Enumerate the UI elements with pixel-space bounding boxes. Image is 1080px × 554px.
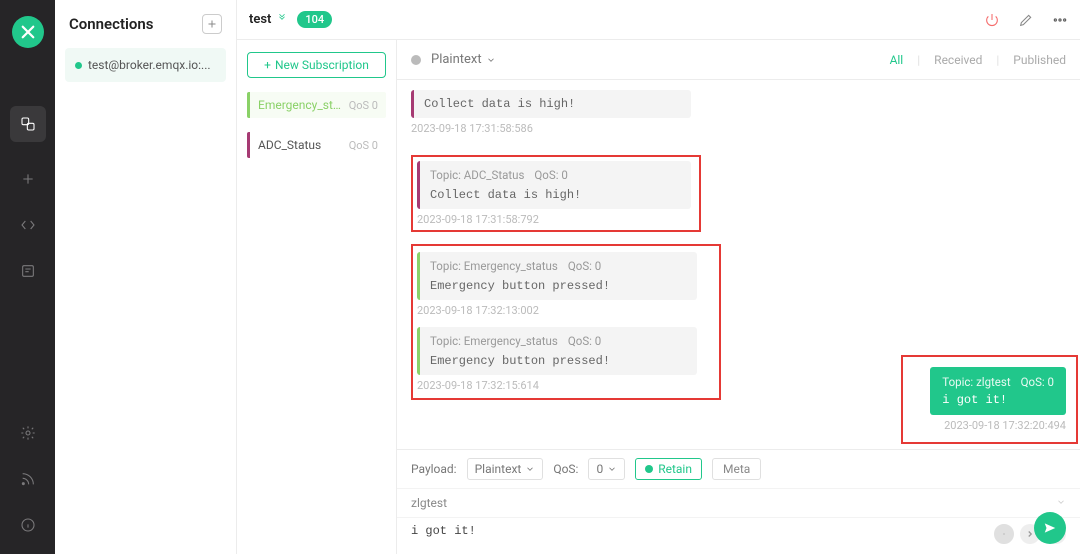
nav-settings-icon[interactable] (19, 424, 37, 442)
subscription-qos: QoS 0 (349, 139, 378, 152)
highlight-box: Topic: Emergency_status QoS: 0 Emergency… (411, 244, 721, 400)
composer: Payload: Plaintext QoS: 0 Retain Meta (397, 449, 1080, 554)
connections-title: Connections (69, 15, 153, 33)
payload-input[interactable]: i got it! (411, 524, 984, 538)
message-item-sent: Topic: zlgtest QoS: 0 i got it! 2023-09-… (913, 367, 1066, 432)
subscription-name: ADC_Status (258, 138, 343, 152)
qos-select[interactable]: 0 (588, 458, 625, 480)
add-connection-button[interactable] (202, 14, 222, 34)
message-body: Collect data is high! (430, 188, 681, 202)
message-count-badge: 104 (297, 11, 332, 28)
expand-icon[interactable] (277, 12, 287, 27)
connection-item[interactable]: test@broker.emqx.io:... (65, 48, 226, 82)
payload-format-label: Plaintext (431, 52, 482, 67)
message-filter-tabs: All | Received | Published (890, 53, 1066, 67)
nav-info-icon[interactable] (19, 516, 37, 534)
topic-input[interactable]: zlgtest (411, 496, 447, 510)
message-time: 2023-09-18 17:32:13:002 (417, 304, 697, 317)
connection-name: test@broker.emqx.io:... (88, 58, 211, 72)
payload-format-select[interactable]: Plaintext (467, 458, 544, 480)
qos-label: QoS: (553, 462, 578, 476)
subscription-qos: QoS 0 (349, 99, 378, 112)
nav-new-icon[interactable] (19, 170, 37, 188)
format-dot-icon (411, 55, 421, 65)
message-time: 2023-09-18 17:31:58:792 (417, 213, 691, 226)
filter-received[interactable]: Received (934, 53, 982, 67)
message-time: 2023-09-18 17:31:58:586 (411, 122, 691, 135)
message-qos: QoS: 0 (534, 168, 567, 182)
subscription-item-emergency[interactable]: Emergency_status QoS 0 (247, 92, 386, 118)
message-qos: QoS: 0 (568, 334, 601, 348)
message-topic: Topic: zlgtest (942, 375, 1010, 389)
more-button[interactable] (1052, 12, 1068, 28)
status-dot-icon (75, 62, 82, 69)
payload-label: Payload: (411, 462, 457, 476)
messages-header: Plaintext All | Received | Published (397, 40, 1080, 80)
message-time: 2023-09-18 17:32:20:494 (913, 419, 1066, 432)
nav-feed-icon[interactable] (19, 470, 37, 488)
send-button[interactable] (1034, 512, 1066, 544)
message-item: Topic: Emergency_status QoS: 0 Emergency… (417, 252, 697, 317)
subscriptions-panel: +New Subscription Emergency_status QoS 0… (237, 40, 397, 554)
message-time: 2023-09-18 17:32:15:614 (417, 379, 697, 392)
messages-panel: Plaintext All | Received | Published Col… (397, 40, 1080, 554)
disconnect-button[interactable] (984, 12, 1000, 28)
meta-button[interactable]: Meta (712, 458, 761, 480)
new-subscription-label: New Subscription (275, 58, 369, 72)
connection-title: test (249, 12, 271, 27)
message-body: Collect data is high! (424, 97, 681, 111)
filter-all[interactable]: All (890, 53, 904, 67)
history-prev-button[interactable] (994, 524, 1014, 544)
top-bar: test 104 (237, 0, 1080, 40)
chevron-down-icon[interactable] (1056, 495, 1066, 511)
nav-script-icon[interactable] (19, 216, 37, 234)
subscription-name: Emergency_status (258, 98, 343, 112)
payload-format-select[interactable]: Plaintext (431, 52, 496, 67)
nav-rail (0, 0, 55, 554)
message-item: Topic: ADC_Status QoS: 0 Collect data is… (417, 161, 691, 226)
connections-panel: Connections test@broker.emqx.io:... (55, 0, 237, 554)
message-body: Emergency button pressed! (430, 279, 687, 293)
message-topic: Topic: Emergency_status (430, 334, 558, 348)
retain-toggle[interactable]: Retain (635, 458, 702, 480)
app-logo (12, 16, 44, 48)
highlight-box: Topic: zlgtest QoS: 0 i got it! 2023-09-… (901, 355, 1078, 444)
retain-dot-icon (645, 465, 653, 473)
message-topic: Topic: Emergency_status (430, 259, 558, 273)
message-body: Emergency button pressed! (430, 354, 687, 368)
message-qos: QoS: 0 (568, 259, 601, 273)
message-topic: Topic: ADC_Status (430, 168, 524, 182)
message-body: i got it! (942, 393, 1054, 407)
subscription-item-adc[interactable]: ADC_Status QoS 0 (247, 132, 386, 158)
message-item: Collect data is high! 2023-09-18 17:31:5… (411, 90, 691, 135)
new-subscription-button[interactable]: +New Subscription (247, 52, 386, 78)
edit-button[interactable] (1018, 12, 1034, 28)
message-item: Topic: Emergency_status QoS: 0 Emergency… (417, 327, 697, 392)
message-qos: QoS: 0 (1021, 375, 1054, 389)
filter-published[interactable]: Published (1013, 53, 1066, 67)
highlight-box: Topic: ADC_Status QoS: 0 Collect data is… (411, 155, 701, 232)
nav-connections-icon[interactable] (10, 106, 46, 142)
main-area: test 104 +New Subscription Emergency_sta… (237, 0, 1080, 554)
nav-log-icon[interactable] (19, 262, 37, 280)
message-list[interactable]: Collect data is high! 2023-09-18 17:31:5… (397, 80, 1080, 449)
